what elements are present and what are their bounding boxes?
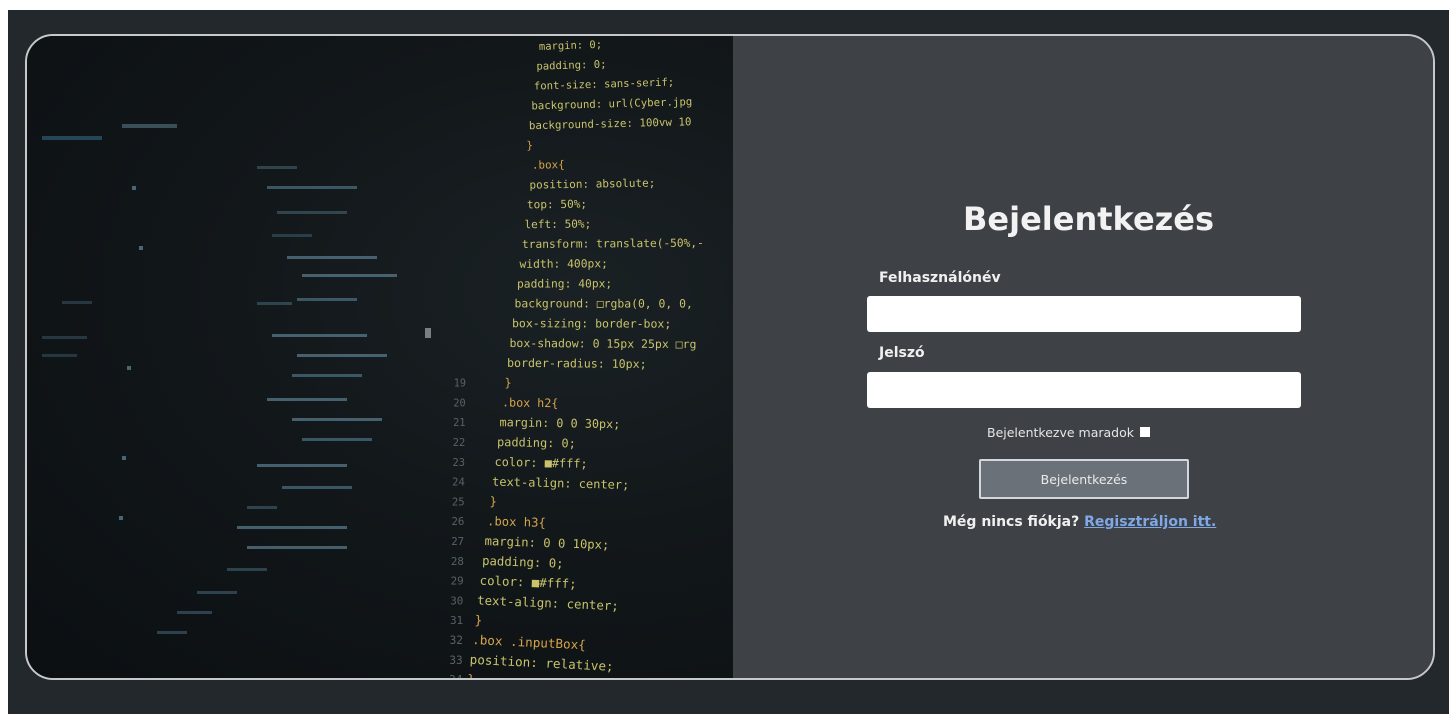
- line-number: 27: [451, 535, 464, 548]
- line-number: 20: [453, 398, 465, 409]
- line-number: 25: [452, 496, 465, 508]
- code-background-image: 19 20 21 22 23 24 25 26 27 28 29 30 31 32 33 34 margin:…: [27, 36, 733, 678]
- code-line: text-align: center;: [492, 475, 630, 492]
- code-line: padding: 0;: [482, 554, 564, 571]
- code-line: }: [467, 672, 475, 678]
- line-number: 22: [453, 437, 466, 449]
- code-line: text-align: center;: [477, 592, 619, 613]
- username-input[interactable]: [867, 296, 1301, 332]
- password-input[interactable]: [867, 372, 1301, 408]
- login-card: 19 20 21 22 23 24 25 26 27 28 29 30 31 32 33 34 margin:…: [25, 34, 1435, 680]
- code-line: box-sizing: border-box;: [512, 316, 671, 331]
- line-number: 29: [451, 575, 464, 588]
- code-line: }: [474, 612, 482, 627]
- code-line: border-radius: 10px;: [507, 356, 647, 371]
- code-line: background: □rgba(0, 0, 0,: [514, 296, 692, 310]
- line-number: 32: [450, 634, 463, 647]
- code-line: }: [489, 494, 497, 508]
- line-number: 26: [452, 515, 465, 528]
- line-number: 34: [449, 674, 463, 678]
- line-number: 19: [454, 379, 466, 390]
- code-line: }: [504, 376, 511, 390]
- code-line: transform: translate(-50%,-: [522, 237, 704, 251]
- code-line: .box{: [532, 158, 565, 172]
- code-line: padding: 0;: [536, 59, 607, 73]
- remember-me-label: Bejelentkezve maradok: [987, 425, 1134, 440]
- code-line: background-size: 100vw 10: [529, 115, 692, 132]
- password-label: Jelszó: [879, 345, 925, 361]
- line-number: 23: [452, 457, 465, 469]
- code-line: padding: 40px;: [517, 277, 612, 290]
- code-line: position: absolute;: [529, 177, 655, 192]
- code-line: font-size: sans-serif;: [534, 76, 675, 92]
- register-prompt: Még nincs fiókja?: [943, 514, 1080, 530]
- code-line: left: 50%;: [524, 218, 591, 232]
- username-label: Felhasználónév: [879, 270, 1001, 286]
- code-line: width: 400px;: [519, 257, 607, 270]
- code-line: .box h3{: [487, 514, 546, 530]
- line-number: 24: [452, 477, 465, 489]
- code-line: margin: 0;: [539, 39, 603, 53]
- code-line: background: url(Cyber.jpg: [531, 95, 692, 112]
- remember-me-checkbox[interactable]: [1139, 426, 1150, 437]
- code-line: margin: 0 0 10px;: [484, 534, 609, 552]
- register-link[interactable]: Regisztráljon itt.: [1084, 514, 1216, 530]
- code-illustration: 19 20 21 22 23 24 25 26 27 28 29 30 31 32 33 34 margin:…: [42, 39, 704, 678]
- code-line: padding: 0;: [497, 435, 576, 451]
- code-line: .box h2{: [502, 395, 558, 410]
- login-title: Bejelentkezés: [963, 200, 1215, 238]
- code-line: color: ■#fff;: [494, 455, 587, 471]
- code-line: margin: 0 0 30px;: [499, 415, 620, 431]
- line-number: 30: [450, 594, 463, 607]
- code-line: top: 50%;: [527, 198, 587, 212]
- line-number: 28: [451, 555, 464, 568]
- code-line: }: [526, 139, 533, 152]
- code-line: .box .inputBox{: [472, 632, 586, 652]
- css-code-lines: margin: 0; padding: 0; font-size: sans-ser…: [467, 39, 704, 678]
- code-line: box-shadow: 0 15px 25px □rg: [509, 336, 696, 351]
- code-line: color: ■#fff;: [479, 573, 576, 592]
- line-number: 21: [453, 417, 465, 429]
- line-number: 33: [449, 654, 462, 667]
- line-numbers: 19 20 21 22 23 24 25 26 27 28 29 30 31 32 33 34: [449, 379, 466, 678]
- login-panel: Bejelentkezés Felhasználónév Jelszó Beje…: [733, 36, 1433, 678]
- blurred-html-code: [42, 124, 431, 634]
- line-number: 31: [450, 614, 463, 627]
- remember-me-row: Bejelentkezve maradok: [987, 425, 1150, 440]
- register-line: Még nincs fiókja? Regisztráljon itt.: [943, 514, 1216, 530]
- login-submit-button[interactable]: Bejelentkezés: [979, 459, 1189, 499]
- code-line: position: relative;: [469, 652, 614, 674]
